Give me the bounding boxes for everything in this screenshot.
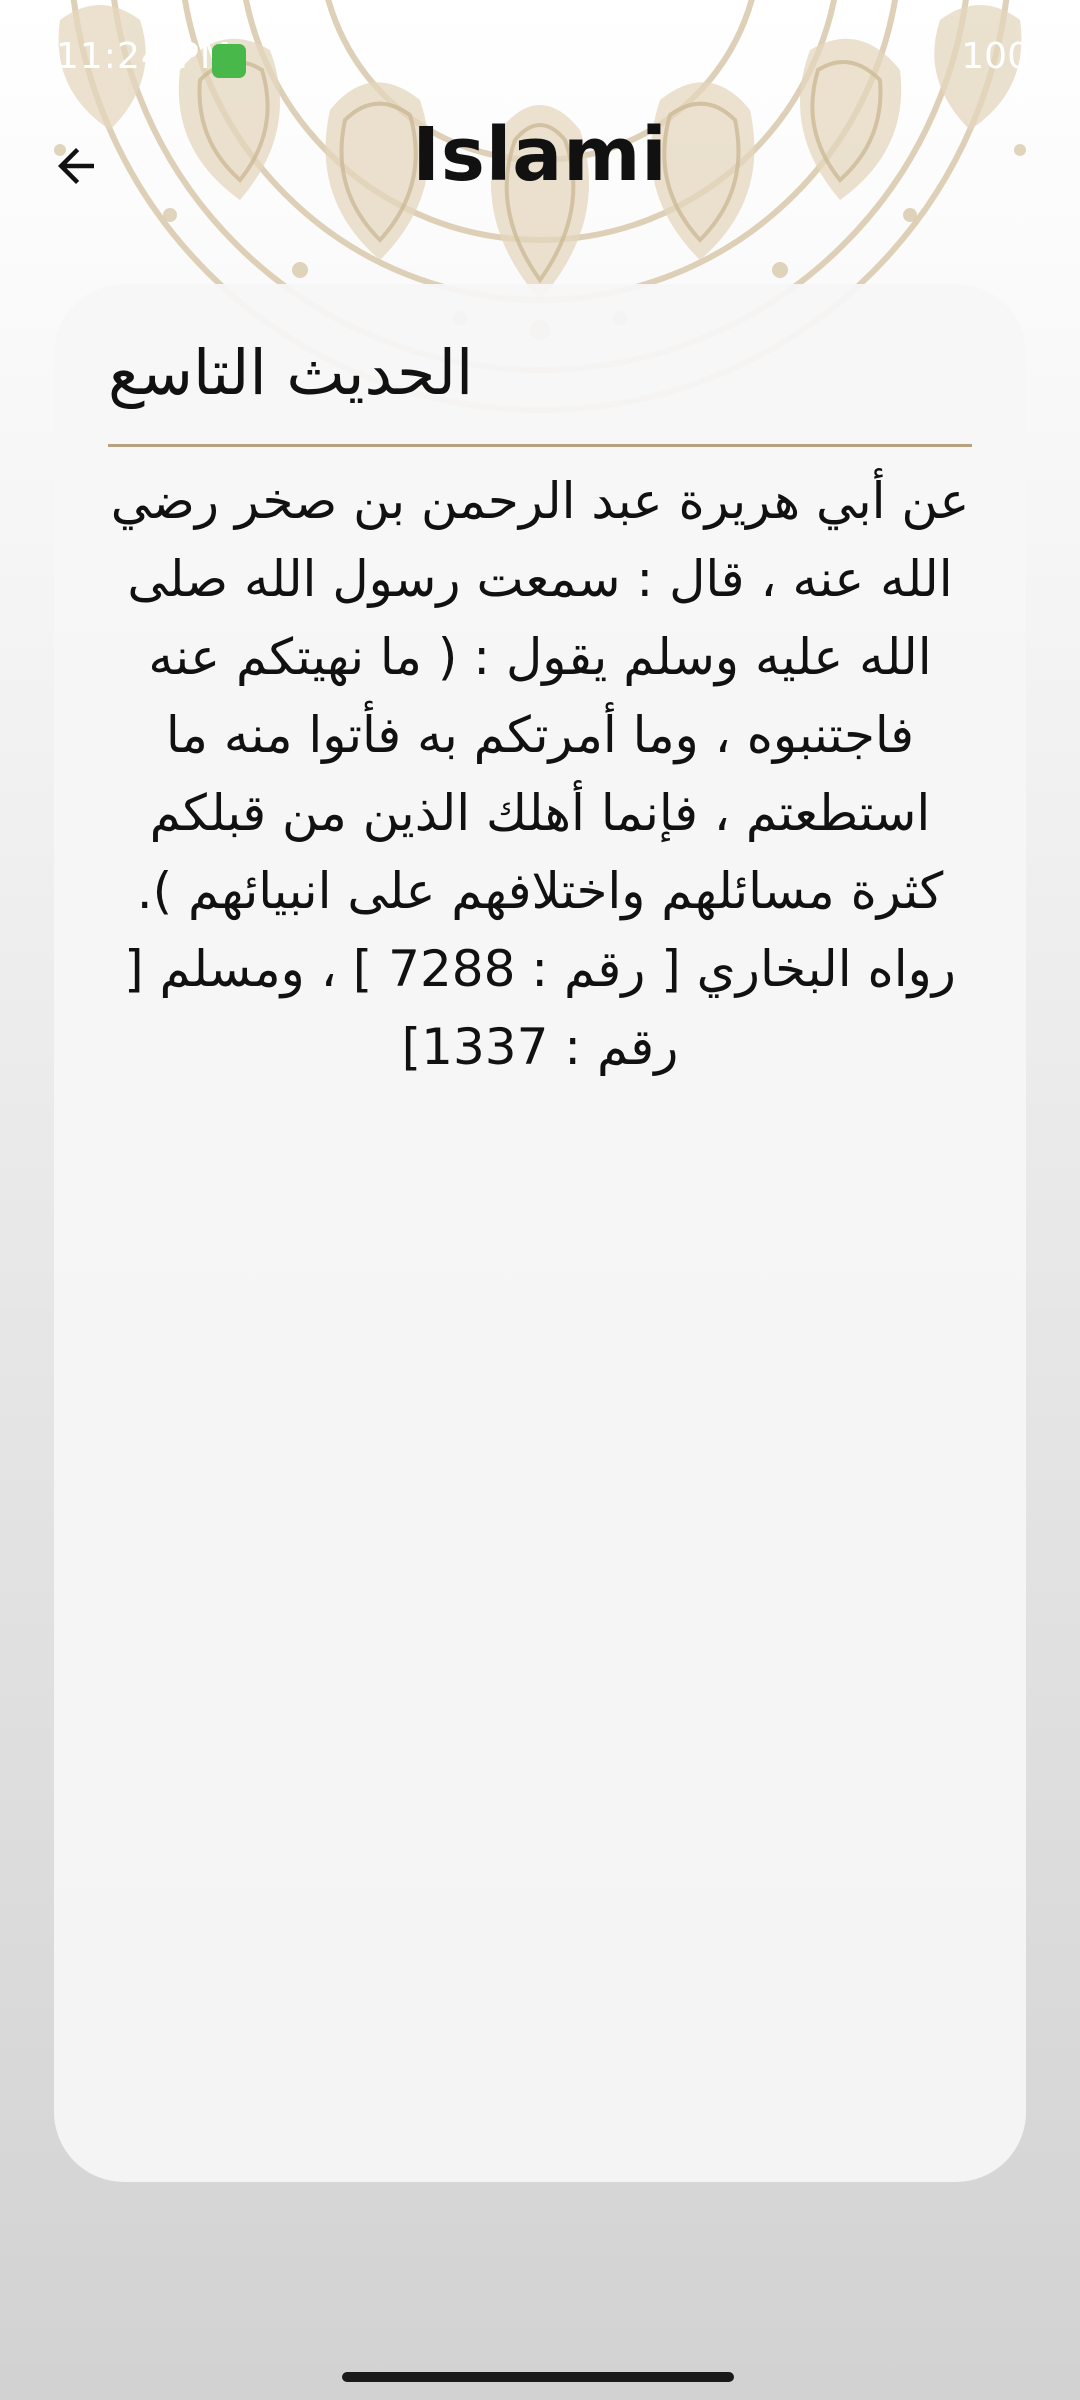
arrow-back-icon (58, 148, 94, 184)
battery-level: 100 (961, 36, 1030, 77)
hadith-card: الحديث التاسع عن أبي هريرة عبد الرحمن بن… (54, 284, 1026, 2182)
android-robot-icon (212, 44, 246, 78)
home-indicator[interactable] (342, 2372, 734, 2382)
title-divider (108, 444, 972, 447)
hadith-title: الحديث التاسع (108, 336, 474, 409)
hadith-body: عن أبي هريرة عبد الرحمن بن صخر رضي الله … (110, 472, 970, 1076)
status-time: 11:24 PM (56, 36, 232, 77)
status-bar: 11:24 PM 100 (0, 0, 1080, 120)
back-button[interactable] (40, 130, 112, 202)
